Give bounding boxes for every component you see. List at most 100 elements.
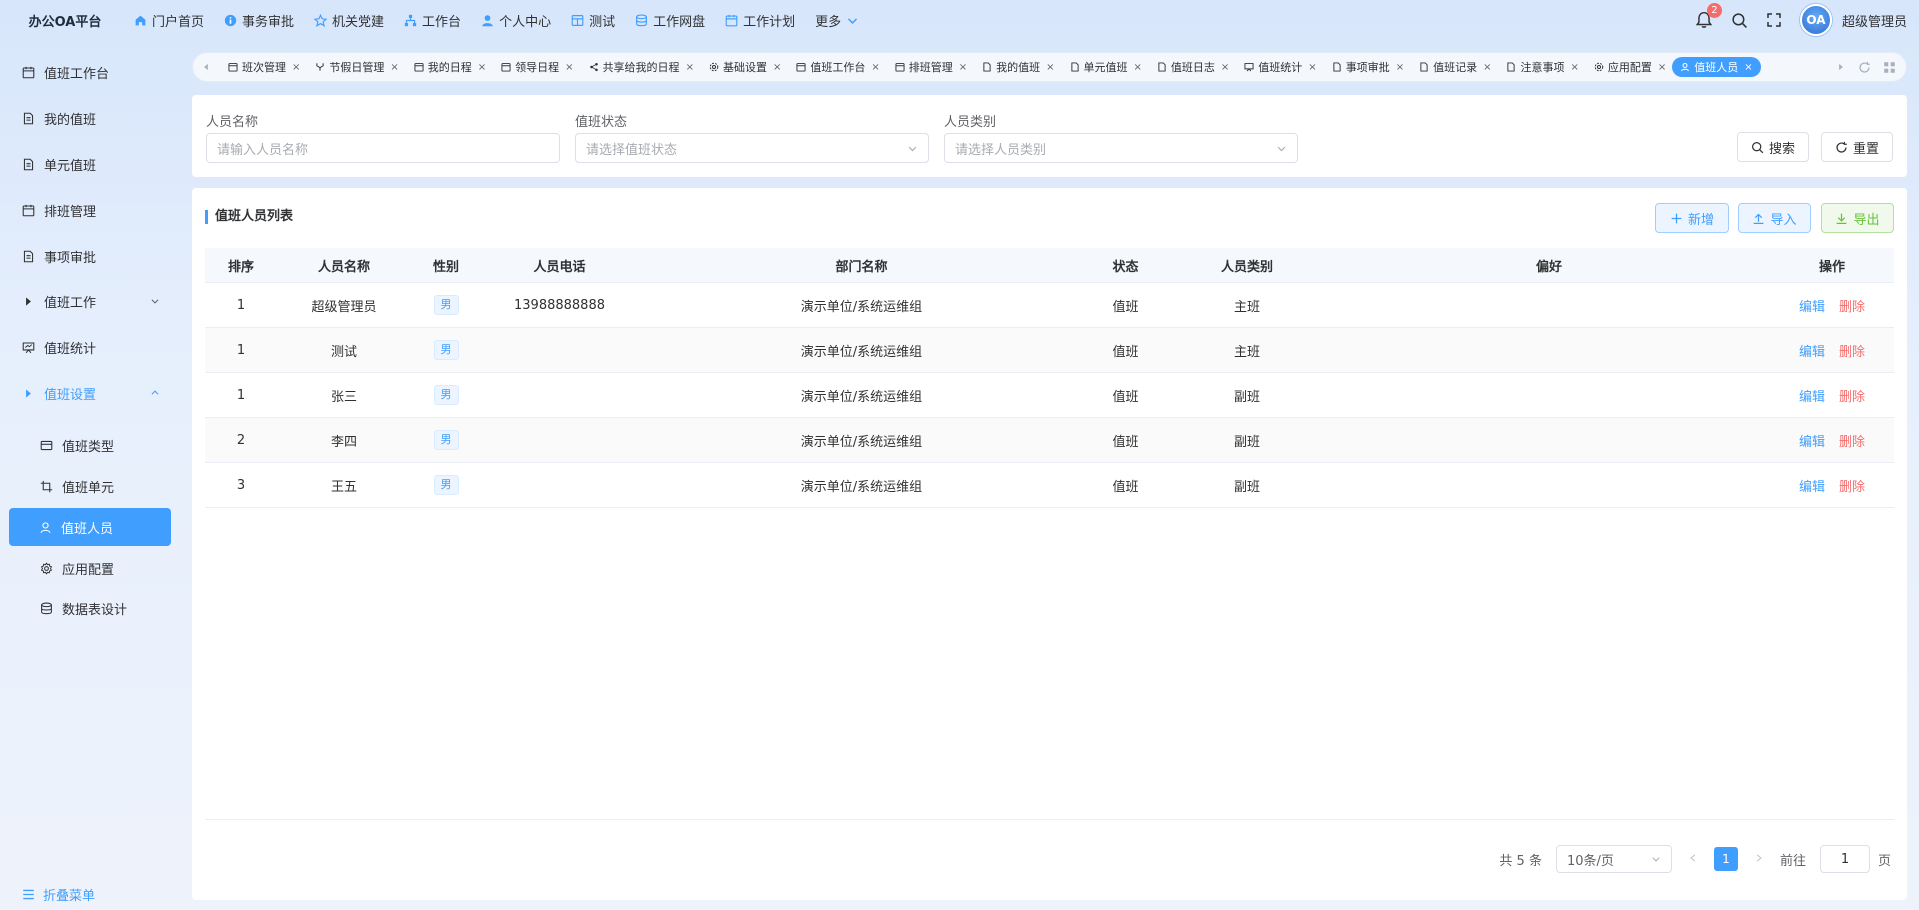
close-icon[interactable]: × bbox=[959, 62, 967, 73]
avatar[interactable]: OA bbox=[1799, 4, 1832, 36]
topnav-workbench[interactable]: 工作台 bbox=[394, 11, 471, 30]
tab-app-config[interactable]: 应用配置 × bbox=[1585, 57, 1672, 77]
sidebar-item-duty-stats[interactable]: 值班统计 bbox=[10, 328, 170, 366]
import-button[interactable]: 导入 bbox=[1738, 203, 1811, 233]
delete-link[interactable]: 删除 bbox=[1839, 341, 1865, 360]
tab-my-schedule[interactable]: 我的日程 × bbox=[405, 57, 492, 77]
refresh-icon[interactable] bbox=[1858, 61, 1871, 74]
edit-link[interactable]: 编辑 bbox=[1799, 386, 1825, 405]
status-select[interactable]: 请选择值班状态 bbox=[575, 133, 929, 163]
add-button[interactable]: 新增 bbox=[1655, 203, 1729, 233]
sidebar-item-duty-settings[interactable]: 值班设置 bbox=[10, 374, 170, 412]
close-icon[interactable]: × bbox=[773, 62, 781, 73]
close-icon[interactable]: × bbox=[871, 62, 879, 73]
tab-label: 班次管理 bbox=[242, 61, 286, 74]
close-icon[interactable]: × bbox=[292, 62, 300, 73]
tab-leader-schedule[interactable]: 领导日程 × bbox=[492, 57, 579, 77]
topnav-personal[interactable]: 个人中心 bbox=[471, 11, 561, 30]
topnav-drive[interactable]: 工作网盘 bbox=[625, 11, 715, 30]
user-icon bbox=[482, 14, 493, 26]
tab-basic-settings[interactable]: 基础设置 × bbox=[700, 57, 787, 77]
topnav-plan[interactable]: 工作计划 bbox=[715, 11, 805, 30]
tab-notes[interactable]: 注意事项 × bbox=[1497, 57, 1584, 77]
prev-page-button[interactable] bbox=[1686, 852, 1700, 867]
tab-shared-schedule[interactable]: 共享给我的日程 × bbox=[580, 57, 700, 77]
reset-button[interactable]: 重置 bbox=[1821, 132, 1893, 162]
sidebar-item-approval[interactable]: 事项审批 bbox=[10, 237, 170, 275]
delete-link[interactable]: 删除 bbox=[1839, 386, 1865, 405]
fullscreen-icon[interactable] bbox=[1766, 12, 1782, 28]
edit-link[interactable]: 编辑 bbox=[1799, 341, 1825, 360]
sidebar-item-duty-workbench[interactable]: 值班工作台 bbox=[10, 53, 170, 91]
sidebar-item-table-design[interactable]: 数据表设计 bbox=[10, 589, 170, 627]
next-page-button[interactable] bbox=[1752, 852, 1766, 867]
tab-shift[interactable]: 班次管理 × bbox=[219, 57, 306, 77]
type-select[interactable]: 请选择人员类别 bbox=[944, 133, 1298, 163]
export-button[interactable]: 导出 bbox=[1821, 203, 1894, 233]
sidebar-item-app-config[interactable]: 应用配置 bbox=[10, 549, 170, 587]
collapse-menu-button[interactable]: 折叠菜单 bbox=[22, 885, 95, 904]
search-icon[interactable] bbox=[1731, 12, 1748, 29]
tab-duty-stats[interactable]: 值班统计 × bbox=[1235, 57, 1322, 77]
delete-link[interactable]: 删除 bbox=[1839, 296, 1865, 315]
topnav-test[interactable]: 测试 bbox=[561, 11, 625, 30]
topnav-party[interactable]: 机关党建 bbox=[304, 11, 394, 30]
tab-schedule-manage[interactable]: 排班管理 × bbox=[886, 57, 973, 77]
delete-link[interactable]: 删除 bbox=[1839, 431, 1865, 450]
tabs-scroll-left[interactable] bbox=[193, 53, 219, 81]
cell-order: 1 bbox=[236, 387, 246, 403]
tab-approval[interactable]: 事项审批 × bbox=[1323, 57, 1410, 77]
edit-link[interactable]: 编辑 bbox=[1799, 296, 1825, 315]
edit-link[interactable]: 编辑 bbox=[1799, 476, 1825, 495]
edit-link[interactable]: 编辑 bbox=[1799, 431, 1825, 450]
close-icon[interactable]: × bbox=[1046, 62, 1054, 73]
tab-label: 领导日程 bbox=[515, 61, 560, 74]
delete-link[interactable]: 删除 bbox=[1839, 476, 1865, 495]
user-icon bbox=[1681, 62, 1690, 72]
topnav-approval[interactable]: 事务审批 bbox=[214, 11, 304, 30]
cell-dept: 演示单位/系统运维组 bbox=[800, 299, 923, 315]
sidebar-item-duty-work[interactable]: 值班工作 bbox=[10, 282, 170, 320]
close-icon[interactable]: × bbox=[1744, 62, 1752, 73]
page-size-select[interactable]: 10条/页 bbox=[1555, 845, 1672, 873]
close-icon[interactable]: × bbox=[686, 62, 694, 73]
search-button[interactable]: 搜索 bbox=[1737, 132, 1809, 162]
chevron-down-icon bbox=[908, 146, 917, 151]
goto-page-input[interactable] bbox=[1819, 845, 1870, 873]
sidebar-item-unit-duty[interactable]: 单元值班 bbox=[10, 145, 170, 183]
sidebar-item-duty-staff[interactable]: 值班人员 bbox=[9, 508, 171, 546]
tab-holiday[interactable]: 节假日管理 × bbox=[306, 57, 404, 77]
close-icon[interactable]: × bbox=[1396, 62, 1404, 73]
topnav-home[interactable]: 门户首页 bbox=[124, 11, 214, 30]
sidebar-item-schedule[interactable]: 排班管理 bbox=[10, 191, 170, 229]
close-icon[interactable]: × bbox=[1308, 62, 1316, 73]
close-icon[interactable]: × bbox=[1570, 62, 1578, 73]
apps-icon[interactable] bbox=[1883, 61, 1896, 74]
topnav-more[interactable]: 更多 bbox=[805, 11, 869, 30]
close-icon[interactable]: × bbox=[1483, 62, 1491, 73]
close-icon[interactable]: × bbox=[478, 62, 486, 73]
close-icon[interactable]: × bbox=[565, 62, 573, 73]
column-header: 人员电话 bbox=[533, 259, 586, 275]
chevron-right-icon bbox=[1756, 853, 1762, 862]
tab-duty-workbench[interactable]: 值班工作台 × bbox=[787, 57, 885, 77]
close-icon[interactable]: × bbox=[1658, 62, 1666, 73]
name-input[interactable]: 请输入人员名称 bbox=[206, 133, 560, 163]
username[interactable]: 超级管理员 bbox=[1842, 11, 1907, 30]
tab-unit-duty[interactable]: 单元值班 × bbox=[1061, 57, 1148, 77]
sidebar-item-duty-unit[interactable]: 值班单元 bbox=[10, 467, 170, 505]
cell-type: 主班 bbox=[1233, 299, 1260, 315]
document-icon bbox=[23, 250, 34, 262]
tab-duty-log[interactable]: 值班日志 × bbox=[1148, 57, 1235, 77]
page-number-current[interactable]: 1 bbox=[1713, 847, 1738, 871]
close-icon[interactable]: × bbox=[1134, 62, 1142, 73]
tab-duty-record[interactable]: 值班记录 × bbox=[1410, 57, 1497, 77]
close-icon[interactable]: × bbox=[390, 62, 398, 73]
sidebar-item-my-duty[interactable]: 我的值班 bbox=[10, 99, 170, 137]
notification-button[interactable]: 2 bbox=[1695, 3, 1722, 29]
caret-right-icon[interactable] bbox=[1836, 62, 1846, 72]
sidebar-item-duty-type[interactable]: 值班类型 bbox=[10, 426, 170, 464]
tab-duty-staff[interactable]: 值班人员 × bbox=[1672, 57, 1761, 77]
tab-my-duty[interactable]: 我的值班 × bbox=[973, 57, 1060, 77]
close-icon[interactable]: × bbox=[1221, 62, 1229, 73]
